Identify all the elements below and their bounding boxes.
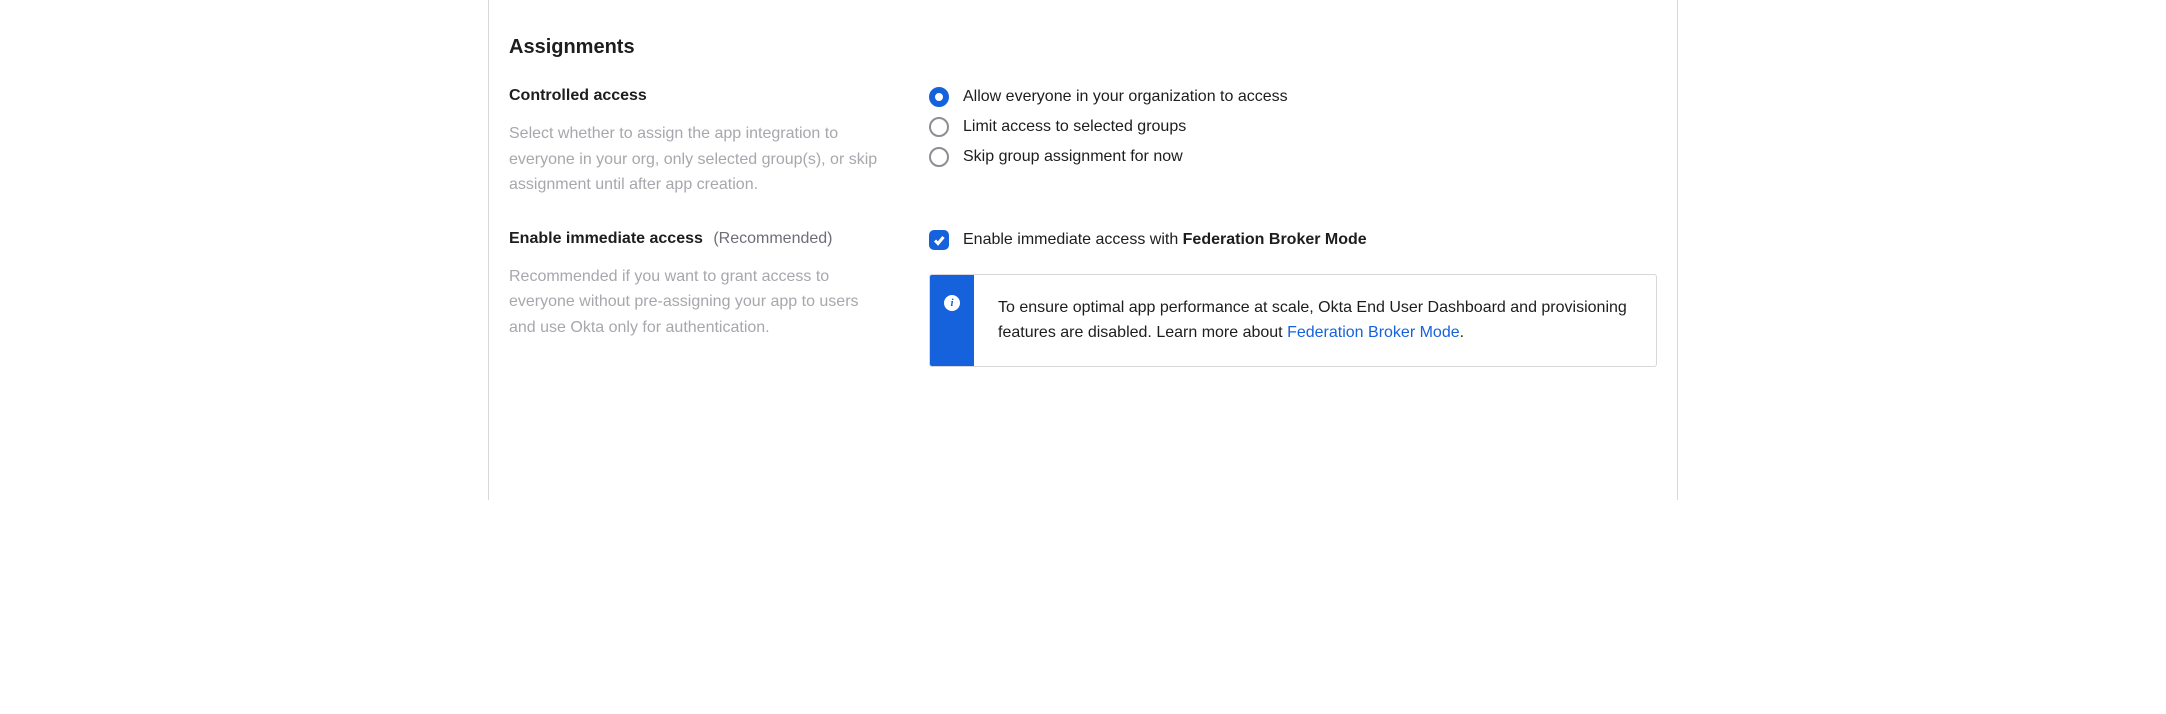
immediate-access-checkbox[interactable]: Enable immediate access with Federation … bbox=[929, 230, 1657, 250]
immediate-access-hint: (Recommended) bbox=[713, 230, 832, 247]
immediate-access-description: Recommended if you want to grant access … bbox=[509, 264, 889, 341]
radio-unselected-icon bbox=[929, 147, 949, 167]
immediate-access-row: Enable immediate access (Recommended) Re… bbox=[509, 230, 1657, 367]
immediate-access-left: Enable immediate access (Recommended) Re… bbox=[509, 230, 889, 367]
check-icon bbox=[933, 234, 945, 246]
section-title-assignments: Assignments bbox=[509, 36, 1657, 59]
controlled-access-label: Controlled access bbox=[509, 87, 889, 105]
radio-skip-assignment[interactable]: Skip group assignment for now bbox=[929, 147, 1657, 167]
info-sidebar: i bbox=[930, 275, 974, 366]
info-content: To ensure optimal app performance at sca… bbox=[974, 275, 1656, 366]
immediate-access-label-wrap: Enable immediate access (Recommended) bbox=[509, 230, 889, 248]
radio-allow-everyone-label: Allow everyone in your organization to a… bbox=[963, 88, 1288, 106]
assignments-panel: Assignments Controlled access Select whe… bbox=[488, 0, 1678, 500]
info-icon: i bbox=[944, 295, 960, 311]
radio-unselected-icon bbox=[929, 117, 949, 137]
immediate-access-checkbox-label: Enable immediate access with Federation … bbox=[963, 231, 1367, 249]
checkbox-checked-icon bbox=[929, 230, 949, 250]
radio-limit-groups[interactable]: Limit access to selected groups bbox=[929, 117, 1657, 137]
checkbox-label-prefix: Enable immediate access with bbox=[963, 231, 1183, 248]
immediate-access-label: Enable immediate access bbox=[509, 230, 703, 247]
controlled-access-radio-group: Allow everyone in your organization to a… bbox=[929, 87, 1657, 167]
immediate-access-right: Enable immediate access with Federation … bbox=[929, 230, 1657, 367]
radio-skip-assignment-label: Skip group assignment for now bbox=[963, 148, 1183, 166]
radio-allow-everyone[interactable]: Allow everyone in your organization to a… bbox=[929, 87, 1657, 107]
controlled-access-left: Controlled access Select whether to assi… bbox=[509, 87, 889, 198]
controlled-access-description: Select whether to assign the app integra… bbox=[509, 121, 889, 198]
controlled-access-row: Controlled access Select whether to assi… bbox=[509, 87, 1657, 198]
radio-limit-groups-label: Limit access to selected groups bbox=[963, 118, 1186, 136]
info-suffix: . bbox=[1460, 324, 1464, 341]
radio-selected-icon bbox=[929, 87, 949, 107]
controlled-access-right: Allow everyone in your organization to a… bbox=[929, 87, 1657, 198]
checkbox-label-strong: Federation Broker Mode bbox=[1183, 231, 1367, 248]
federation-broker-mode-link[interactable]: Federation Broker Mode bbox=[1287, 324, 1460, 341]
info-box: i To ensure optimal app performance at s… bbox=[929, 274, 1657, 367]
